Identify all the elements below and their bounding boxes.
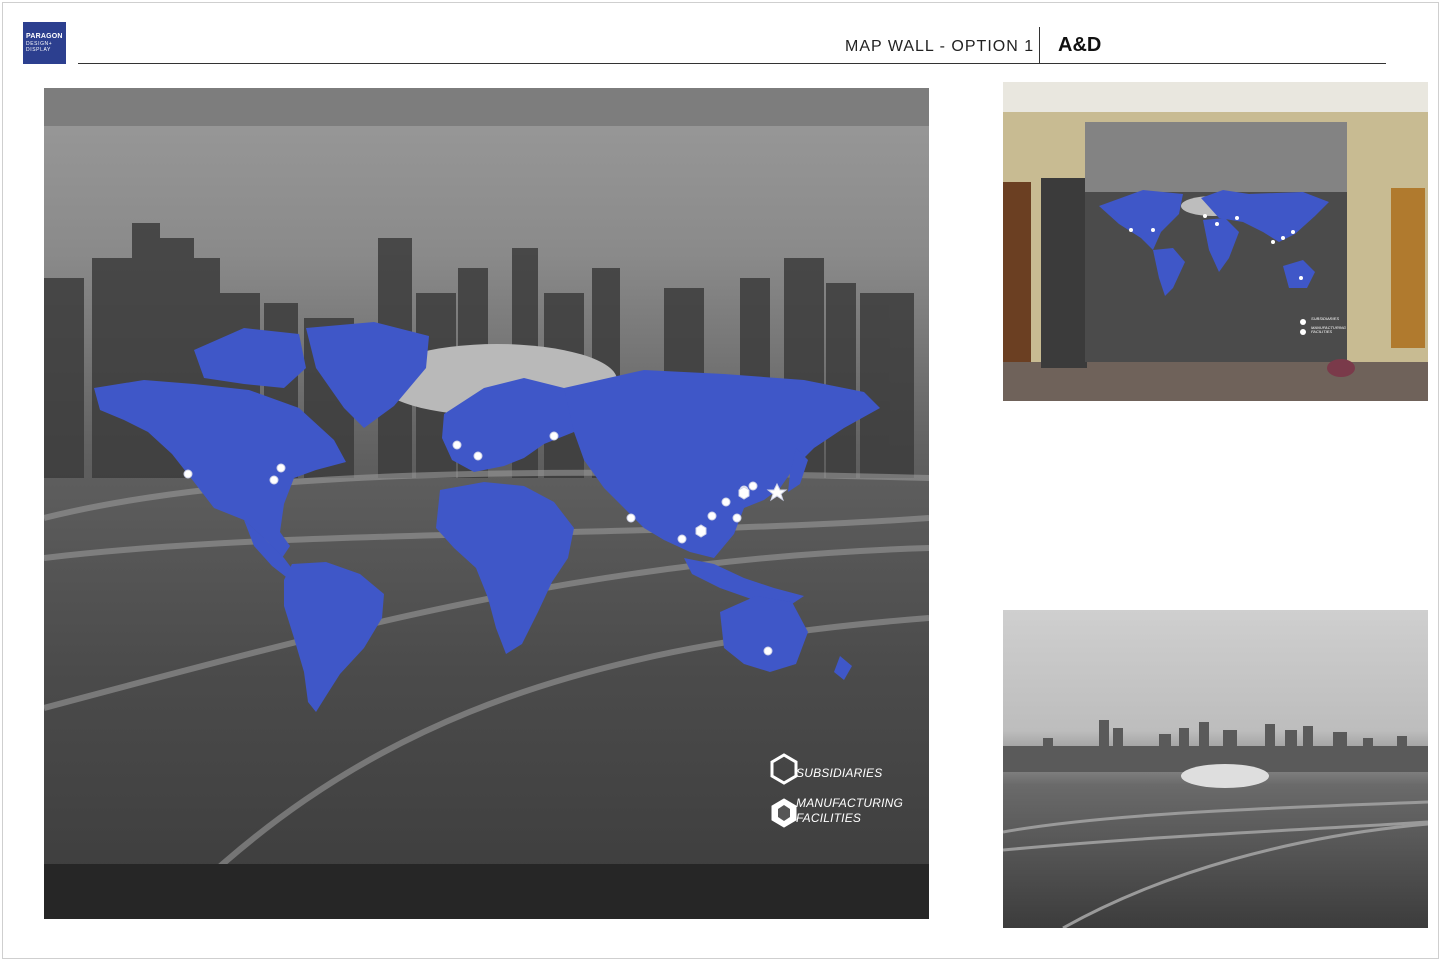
paragon-logo: PARAGON DESIGN+ DISPLAY (23, 22, 66, 64)
marker-india (626, 513, 636, 523)
city-photo-artwork (1003, 720, 1428, 928)
photo-skyline (1003, 720, 1428, 772)
photo-legend-manufacturing: MANUFACTURING FACILITIES (1311, 325, 1346, 334)
map-wall-rendering: SUBSIDIARIES MANUFACTURING FACILITIES (44, 88, 929, 919)
room-photo-artwork (1003, 82, 1428, 401)
photo-stadium (1181, 764, 1269, 788)
new-zealand (834, 656, 852, 680)
marker-china-2 (721, 497, 731, 507)
marker-hex-1 (695, 524, 707, 538)
legend-manufacturing-line2: FACILITIES (796, 811, 862, 825)
legend-subsidiaries: SUBSIDIARIES (796, 766, 883, 780)
marker-australia (763, 646, 773, 656)
photo-legend-subsidiaries: SUBSIDIARIES (1311, 316, 1340, 321)
marker-korea (748, 481, 758, 491)
legend-manufacturing-line1: MANUFACTURING (796, 796, 904, 810)
logo-text-1: PARAGON (26, 33, 63, 40)
photo-highways (1003, 800, 1428, 928)
installed-room-photo: SUBSIDIARIES MANUFACTURING FACILITIES (1003, 82, 1428, 401)
marker-china-1 (707, 511, 717, 521)
marker-west-us (183, 469, 193, 479)
legend-icons (770, 753, 798, 828)
marker-europe (473, 451, 483, 461)
logo-text-3: DISPLAY (26, 47, 51, 53)
africa (436, 482, 574, 654)
page-title: MAP WALL - OPTION 1 (845, 38, 1035, 55)
city-reference-photo (1003, 610, 1428, 928)
marker-uk (452, 440, 462, 450)
section-tag: A&D (1058, 34, 1102, 56)
marker-china-3 (732, 513, 742, 523)
marker-russia (549, 431, 559, 441)
marker-east-us-2 (269, 475, 279, 485)
left-door (1003, 182, 1031, 362)
marker-east-us-1 (276, 463, 286, 473)
map-wall-artwork (44, 88, 929, 919)
subsidiaries-icon (770, 753, 798, 785)
australia (720, 596, 808, 672)
marker-hex-2 (738, 486, 750, 500)
glass-door (1041, 178, 1087, 368)
bag (1327, 359, 1355, 377)
south-america (284, 562, 384, 712)
right-door (1391, 188, 1425, 348)
header-separator (1039, 27, 1040, 63)
southeast-asia-islands (684, 558, 804, 604)
header-rule (78, 63, 1386, 64)
top-band (44, 88, 929, 126)
marker-se-asia-1 (677, 534, 687, 544)
bottom-band (44, 864, 929, 919)
